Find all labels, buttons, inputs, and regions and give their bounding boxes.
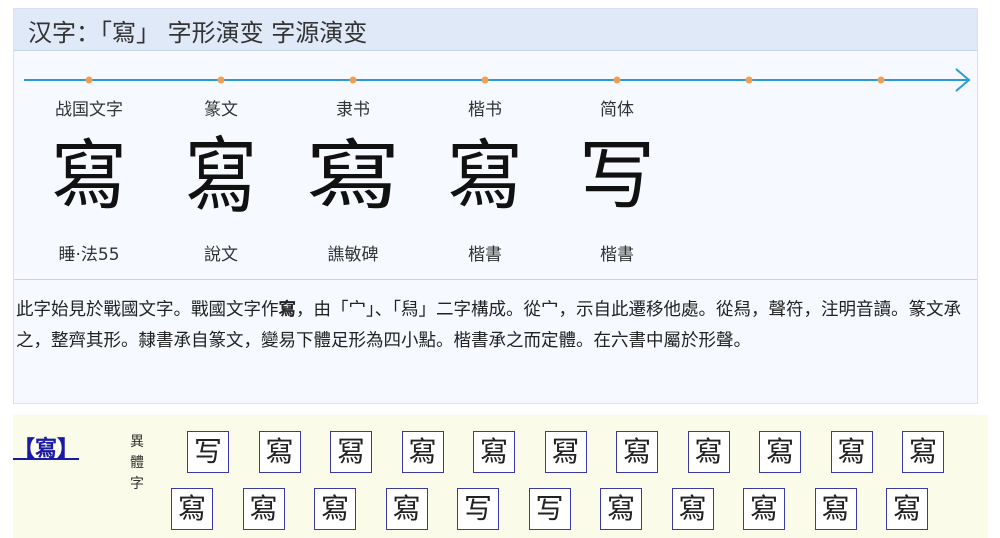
timeline-dot-0 [85, 76, 93, 84]
title-bar: 汉字：「寫」 字形演变 字源演变 [14, 9, 977, 51]
timeline-dot-2 [349, 76, 357, 84]
timeline-dot-1 [217, 76, 225, 84]
variant-char[interactable]: 寫 [830, 431, 873, 473]
head-character-link[interactable]: 【寫】 [13, 431, 79, 463]
timeline [24, 68, 982, 92]
source-label-regular: 楷書 [468, 245, 502, 265]
variant-char[interactable]: 寫 [902, 431, 944, 473]
era-label-seal: 篆文 [204, 100, 238, 120]
variant-char[interactable]: 寫 [385, 488, 428, 530]
variant-char[interactable]: 寫 [171, 488, 213, 530]
description-text: 此字始見於戰國文字。戰國文字作寫，由「宀」、「舄」二字構成。從宀，示自此遷移他處… [16, 295, 974, 357]
variant-label: 異體字 [130, 434, 144, 492]
variant-char[interactable]: 冩 [544, 431, 587, 473]
era-label-simplified: 简体 [600, 100, 634, 120]
divider [14, 279, 977, 280]
source-label-warring-states: 睡·法55 [58, 245, 120, 265]
glyph-seal: 寫 [184, 127, 257, 225]
glyph-warring-states: 寫 [51, 131, 127, 220]
source-label-clerical: 譙敏碑 [327, 245, 379, 265]
variant-char[interactable]: 寫 [314, 488, 356, 530]
variant-char[interactable]: 寫 [600, 488, 642, 530]
glyph-simplified: 写 [579, 131, 655, 220]
page-title: 汉字：「寫」 字形演变 字源演变 [28, 19, 368, 47]
variant-char[interactable]: 寫 [473, 431, 515, 473]
variant-char[interactable]: 寫 [242, 488, 285, 530]
glyph-clerical: 寫 [305, 131, 401, 220]
timeline-arrow [24, 68, 971, 92]
variant-char[interactable]: 寫 [687, 431, 730, 473]
variant-char[interactable]: 寫 [671, 488, 714, 530]
variant-char[interactable]: 寫 [258, 431, 301, 473]
variant-char[interactable]: 寫 [886, 488, 928, 530]
inline-glyph: 寫 [278, 300, 297, 320]
variant-char[interactable]: 写 [187, 431, 229, 473]
variant-char[interactable]: 寫 [759, 431, 801, 473]
glyph-regular: 寫 [447, 131, 523, 220]
timeline-dot-6 [877, 76, 885, 84]
source-label-simplified: 楷書 [600, 245, 634, 265]
variant-char[interactable]: 冩 [330, 431, 372, 473]
variant-char[interactable]: 寫 [814, 488, 857, 530]
variant-char[interactable]: 寫 [401, 431, 444, 473]
description-before: 此字始見於戰國文字。戰國文字作 [16, 300, 279, 320]
variants-section: 【寫】 異體字 写寫冩寫寫冩寫寫寫寫寫寫寫寫寫写写寫寫寫寫寫 [13, 415, 988, 538]
variant-char[interactable]: 写 [528, 488, 571, 530]
variant-char[interactable]: 寫 [616, 431, 658, 473]
timeline-dot-5 [745, 76, 753, 84]
era-label-warring-states: 战国文字 [55, 100, 123, 120]
variant-char[interactable]: 写 [457, 488, 499, 530]
variant-char[interactable]: 寫 [743, 488, 785, 530]
character-evolution-panel: 汉字：「寫」 字形演变 字源演变 战国文字 篆文 隶书 楷书 简体 寫 寫 寫 … [13, 8, 978, 404]
era-label-clerical: 隶书 [336, 100, 370, 120]
timeline-dot-3 [481, 76, 489, 84]
source-label-seal: 說文 [204, 245, 238, 265]
era-label-regular: 楷书 [468, 100, 502, 120]
timeline-dot-4 [613, 76, 621, 84]
